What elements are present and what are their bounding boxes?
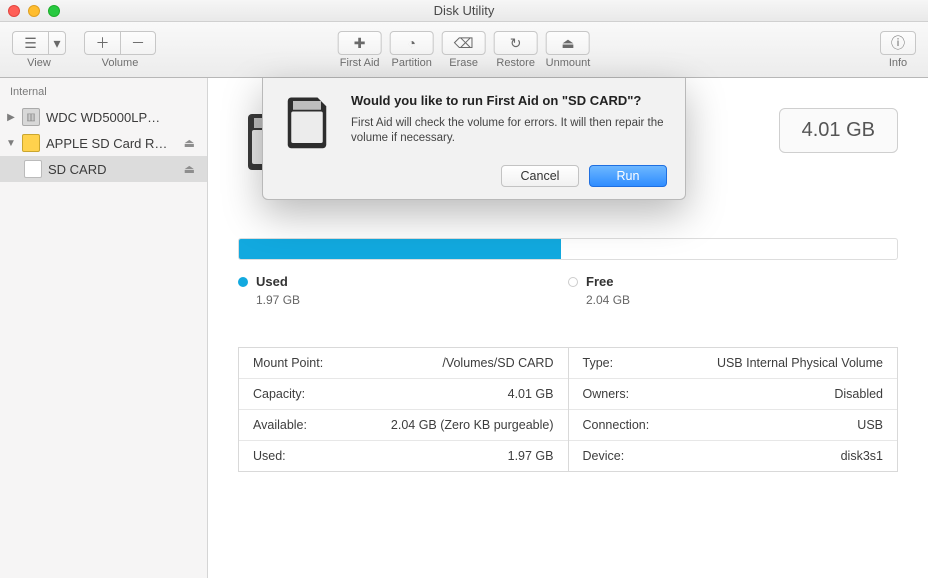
volume-add-icon: ＋ bbox=[96, 36, 110, 50]
run-button[interactable]: Run bbox=[589, 165, 667, 187]
window-title: Disk Utility bbox=[0, 3, 928, 18]
view-button[interactable]: ☰ bbox=[12, 31, 48, 55]
volume-label: Volume bbox=[102, 57, 139, 69]
sidebar-item-label: SD CARD bbox=[48, 162, 178, 177]
dialog-message: First Aid will check the volume for erro… bbox=[351, 116, 667, 147]
sidebar-item-apple-sd-reader[interactable]: ▼ APPLE SD Card R… ⏏ bbox=[0, 130, 207, 156]
erase-button[interactable]: ⌫ bbox=[442, 31, 486, 55]
free-swatch-icon bbox=[568, 277, 578, 287]
sidebar-icon: ☰ bbox=[24, 36, 37, 50]
view-label: View bbox=[27, 57, 51, 69]
disclosure-triangle-icon[interactable]: ▶ bbox=[6, 112, 16, 123]
volume-remove-icon: － bbox=[131, 36, 145, 50]
first-aid-button[interactable]: ✚ bbox=[338, 31, 382, 55]
drive-icon: ▥ bbox=[22, 108, 40, 126]
restore-label: Restore bbox=[496, 57, 535, 69]
sidebar-item-label: APPLE SD Card R… bbox=[46, 136, 178, 151]
titlebar: Disk Utility bbox=[0, 0, 928, 22]
partition-button[interactable]: ◔ bbox=[390, 31, 434, 55]
info-label: Info bbox=[889, 57, 907, 69]
usage-section: Used 1.97 GB Free 2.04 GB bbox=[238, 238, 898, 307]
sidebar-item-sd-card[interactable]: SD CARD ⏏ bbox=[0, 156, 207, 182]
info-button[interactable]: ⓘ bbox=[880, 31, 916, 55]
first-aid-label: First Aid bbox=[340, 57, 380, 69]
view-dropdown-button[interactable]: ▾ bbox=[48, 31, 66, 55]
sidebar-item-label: WDC WD5000LP… bbox=[46, 110, 201, 125]
info-col-right: Type:USB Internal Physical Volume Owners… bbox=[569, 348, 898, 471]
capacity-badge: 4.01 GB bbox=[779, 108, 898, 153]
sidebar: Internal ▶ ▥ WDC WD5000LP… ▼ APPLE SD Ca… bbox=[0, 78, 208, 578]
usage-bar bbox=[238, 238, 898, 260]
first-aid-icon: ✚ bbox=[354, 36, 366, 50]
center-tools: ✚ First Aid ◔ Partition ⌫ Erase ↻ Restore ⏏ U… bbox=[338, 31, 591, 69]
unmount-label: Unmount bbox=[546, 57, 591, 69]
info-col-left: Mount Point:/Volumes/SD CARD Capacity:4.… bbox=[239, 348, 569, 471]
info-row: Type:USB Internal Physical Volume bbox=[569, 348, 898, 379]
info-row: Used:1.97 GB bbox=[239, 441, 568, 471]
volume-icon bbox=[24, 160, 42, 178]
info-row: Available:2.04 GB (Zero KB purgeable) bbox=[239, 410, 568, 441]
info-row: Owners:Disabled bbox=[569, 379, 898, 410]
unmount-icon: ⏏ bbox=[561, 36, 574, 50]
chevron-down-icon: ▾ bbox=[53, 36, 60, 50]
dialog-title: Would you like to run First Aid on "SD C… bbox=[351, 92, 667, 110]
cancel-button[interactable]: Cancel bbox=[501, 165, 579, 187]
info-icon: ⓘ bbox=[891, 36, 905, 50]
usage-legend: Used 1.97 GB Free 2.04 GB bbox=[238, 274, 898, 307]
used-swatch-icon bbox=[238, 277, 248, 287]
partition-label: Partition bbox=[391, 57, 431, 69]
info-table: Mount Point:/Volumes/SD CARD Capacity:4.… bbox=[238, 347, 898, 472]
eject-icon[interactable]: ⏏ bbox=[184, 136, 201, 150]
info-row: Device:disk3s1 bbox=[569, 441, 898, 471]
used-value: 1.97 GB bbox=[238, 293, 568, 307]
info-row: Mount Point:/Volumes/SD CARD bbox=[239, 348, 568, 379]
partition-icon: ◔ bbox=[407, 36, 415, 50]
disclosure-triangle-icon[interactable]: ▼ bbox=[6, 138, 16, 149]
volume-add-button[interactable]: ＋ bbox=[84, 31, 120, 55]
restore-icon: ↻ bbox=[510, 36, 522, 50]
eject-icon[interactable]: ⏏ bbox=[184, 162, 201, 176]
free-label: Free bbox=[586, 274, 613, 289]
usage-bar-used bbox=[239, 239, 561, 259]
erase-label: Erase bbox=[449, 57, 478, 69]
dialog-sd-icon bbox=[279, 92, 335, 187]
info-row: Connection:USB bbox=[569, 410, 898, 441]
view-tool-group: ☰ ▾ View bbox=[12, 31, 66, 69]
sidebar-item-wdc[interactable]: ▶ ▥ WDC WD5000LP… bbox=[0, 104, 207, 130]
sidebar-section-header: Internal bbox=[0, 84, 207, 104]
unmount-button[interactable]: ⏏ bbox=[546, 31, 590, 55]
first-aid-dialog: Would you like to run First Aid on "SD C… bbox=[262, 78, 686, 200]
sd-reader-icon bbox=[22, 134, 40, 152]
volume-tool-group: ＋ － Volume bbox=[84, 31, 156, 69]
info-tool-group: ⓘ Info bbox=[880, 31, 916, 69]
free-value: 2.04 GB bbox=[568, 293, 898, 307]
erase-icon: ⌫ bbox=[454, 36, 474, 50]
used-label: Used bbox=[256, 274, 288, 289]
toolbar: ☰ ▾ View ＋ － Volume ✚ First Aid ◔ Partitio… bbox=[0, 22, 928, 78]
info-row: Capacity:4.01 GB bbox=[239, 379, 568, 410]
volume-remove-button[interactable]: － bbox=[120, 31, 156, 55]
restore-button[interactable]: ↻ bbox=[494, 31, 538, 55]
